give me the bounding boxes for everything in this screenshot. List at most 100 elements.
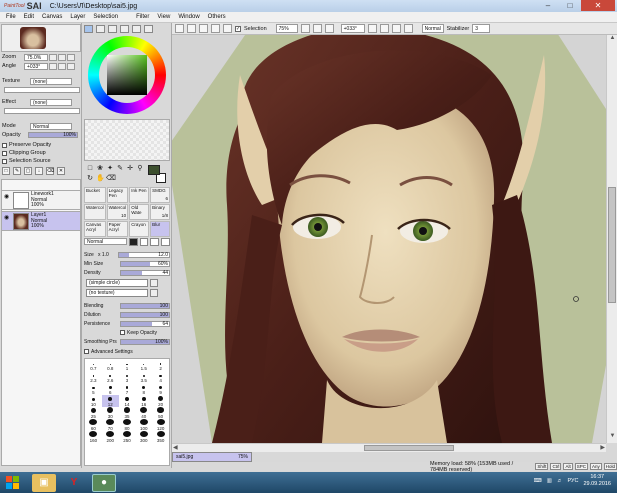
- scroll-left-icon[interactable]: ◀: [173, 444, 178, 451]
- menu-layer[interactable]: Layer: [66, 14, 89, 20]
- size-preset[interactable]: 250: [119, 431, 136, 443]
- hsv-slider-tab-icon[interactable]: [108, 25, 117, 33]
- scroll-down-icon[interactable]: ▼: [607, 433, 617, 443]
- size-preset[interactable]: 0.7: [85, 359, 102, 371]
- eye-icon[interactable]: ◉: [4, 193, 11, 200]
- angle-value[interactable]: +033°: [24, 62, 48, 70]
- new-linework-icon[interactable]: ✎: [13, 167, 21, 175]
- horizontal-scroll-thumb[interactable]: [364, 445, 454, 451]
- vertical-scroll-thumb[interactable]: [608, 187, 616, 303]
- keep-opacity-checkbox[interactable]: [120, 330, 125, 335]
- canvas[interactable]: [172, 35, 606, 443]
- clear-layer-icon[interactable]: ⌫: [46, 167, 54, 175]
- nav-zoom-out-icon[interactable]: [49, 53, 57, 61]
- volume-icon[interactable]: ♬: [557, 478, 563, 484]
- brush-slot[interactable]: Legacy Pen: [106, 187, 129, 203]
- undo-icon[interactable]: [187, 24, 196, 33]
- vertical-scrollbar[interactable]: ▲ ▼: [606, 35, 617, 443]
- menu-canvas[interactable]: Canvas: [38, 14, 66, 20]
- brush-slot[interactable]: Crayon: [129, 221, 150, 237]
- lasso-icon[interactable]: ❀: [96, 165, 104, 173]
- brush-shape-1-icon[interactable]: [128, 237, 138, 246]
- size-preset[interactable]: 20: [152, 395, 169, 407]
- close-icon[interactable]: ✕: [581, 0, 615, 11]
- keep-opacity-row[interactable]: Keep Opacity: [84, 329, 170, 336]
- swatch-scratchpad[interactable]: [84, 119, 170, 161]
- size-preset[interactable]: 80: [119, 419, 136, 431]
- eyedropper-icon[interactable]: ✎: [116, 165, 124, 173]
- clipping-group-checkbox[interactable]: [2, 150, 7, 156]
- size-preset[interactable]: 300: [135, 431, 152, 443]
- menu-edit[interactable]: Edit: [20, 14, 38, 20]
- advanced-settings-row[interactable]: Advanced Settings: [84, 348, 170, 355]
- rotate-reset-icon[interactable]: [391, 24, 401, 33]
- effect-select[interactable]: (none): [30, 98, 72, 106]
- size-preset[interactable]: 6: [102, 383, 119, 395]
- advanced-settings-checkbox[interactable]: [84, 349, 89, 354]
- size-preset[interactable]: 3: [119, 371, 136, 383]
- brush-slot[interactable]: Canvas Acryl: [84, 221, 106, 237]
- brush-slot[interactable]: Ink Pen: [129, 187, 150, 203]
- brush-shape-4-icon[interactable]: [161, 237, 170, 246]
- size-preset[interactable]: 1.5: [135, 359, 152, 371]
- navigator-preview[interactable]: [1, 24, 81, 52]
- texture-scale-slider[interactable]: [4, 87, 80, 93]
- maximize-icon[interactable]: □: [559, 0, 581, 11]
- brush-slot[interactable]: SMDG 6: [150, 187, 170, 203]
- scroll-right-icon[interactable]: ▶: [600, 444, 605, 451]
- rotate-icon[interactable]: ↻: [86, 175, 94, 183]
- size-preset[interactable]: 4: [152, 371, 169, 383]
- size-preset[interactable]: 30: [102, 407, 119, 419]
- size-preset[interactable]: 12: [101, 395, 119, 407]
- brush-shape-3-icon[interactable]: [150, 237, 160, 246]
- size-preset[interactable]: 8: [135, 383, 152, 395]
- sai-taskbar-icon[interactable]: ●: [92, 473, 116, 492]
- size-preset[interactable]: 25: [85, 407, 102, 419]
- size-preset[interactable]: 10: [85, 395, 102, 407]
- brush-shape-select[interactable]: (simple circle): [86, 279, 148, 287]
- layer-mode-select[interactable]: Normal: [30, 122, 72, 130]
- new-view-icon[interactable]: [175, 24, 184, 33]
- primary-color[interactable]: [148, 165, 160, 175]
- eye-icon[interactable]: ◉: [4, 214, 11, 221]
- size-preset[interactable]: 50: [152, 407, 169, 419]
- eraser-tool-icon[interactable]: ⌫: [106, 175, 116, 183]
- rect-select-icon[interactable]: □: [86, 165, 94, 173]
- move-icon[interactable]: ✛: [126, 165, 134, 173]
- scratchpad-tab-icon[interactable]: [132, 25, 141, 33]
- yandex-browser-icon[interactable]: Y: [62, 474, 86, 492]
- size-preset[interactable]: 3.5: [135, 371, 152, 383]
- palette-tab-icon[interactable]: [144, 25, 153, 33]
- size-preset[interactable]: 40: [135, 407, 152, 419]
- selection-checkbox[interactable]: ✓: [235, 25, 241, 32]
- explorer-icon[interactable]: ▣: [32, 473, 56, 492]
- language-indicator[interactable]: РУС: [567, 478, 578, 484]
- size-preset[interactable]: 350: [152, 431, 169, 443]
- menu-filter[interactable]: Filter: [132, 14, 153, 20]
- saturation-value-square[interactable]: [107, 55, 147, 95]
- nav-zoom-in-icon[interactable]: [58, 53, 66, 61]
- size-preset[interactable]: 100: [135, 419, 152, 431]
- selection-source-row[interactable]: Selection Source: [2, 157, 51, 165]
- angle-field[interactable]: +033°: [340, 24, 365, 33]
- document-tab[interactable]: sai5.jpg 75%: [172, 452, 252, 462]
- size-preset[interactable]: 60: [85, 419, 102, 431]
- brush-slot[interactable]: Bucket: [84, 187, 106, 203]
- rgb-slider-tab-icon[interactable]: [96, 25, 105, 33]
- size-preset[interactable]: 0.8: [102, 359, 119, 371]
- size-preset[interactable]: 2.3: [85, 371, 102, 383]
- minimize-icon[interactable]: –: [537, 0, 559, 11]
- new-folder-icon[interactable]: ▢: [24, 167, 32, 175]
- size-preset[interactable]: 120: [152, 419, 169, 431]
- zoom-icon[interactable]: ⚲: [136, 165, 144, 173]
- texture-select[interactable]: (none): [30, 77, 72, 85]
- size-preset[interactable]: 200: [102, 431, 119, 443]
- color-wheel-tab-icon[interactable]: [84, 25, 93, 33]
- menu-selection[interactable]: Selection: [89, 14, 122, 20]
- merge-down-icon[interactable]: ↓: [35, 167, 43, 175]
- nav-rotate-reset-icon[interactable]: [67, 62, 75, 70]
- size-preset[interactable]: 9: [152, 383, 169, 395]
- layer-item-selected[interactable]: ◉ Layer1 Normal 100%: [1, 211, 81, 231]
- rotate-right-icon[interactable]: [379, 24, 389, 33]
- menu-others[interactable]: Others: [204, 14, 230, 20]
